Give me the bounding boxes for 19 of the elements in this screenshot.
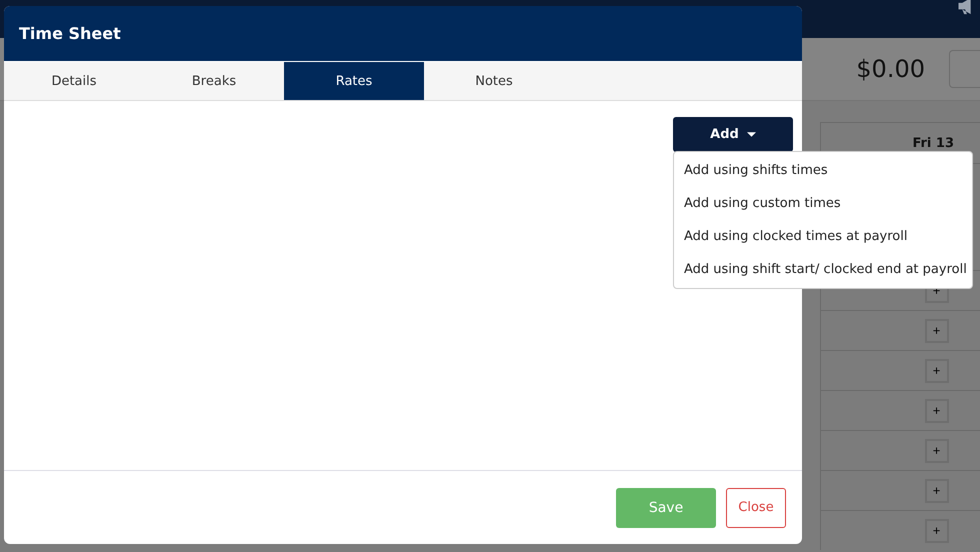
add-button[interactable]: + xyxy=(924,478,948,502)
add-button[interactable]: + xyxy=(924,318,948,342)
tab[interactable]: Notes xyxy=(424,62,564,100)
add-button[interactable]: + xyxy=(924,398,948,422)
tab[interactable]: Breaks xyxy=(144,62,284,100)
total-amount: $0.00 xyxy=(856,55,925,83)
add-button[interactable]: + xyxy=(924,438,948,462)
menu-item[interactable]: Add using shifts times xyxy=(674,154,972,187)
column-header: Fri 13 xyxy=(912,136,954,150)
close-button[interactable]: Close xyxy=(726,488,786,528)
dialog-title: Time Sheet xyxy=(19,24,121,43)
add-button[interactable]: + xyxy=(924,518,948,542)
add-button[interactable]: + xyxy=(924,358,948,382)
add-button[interactable]: Add xyxy=(673,117,793,152)
caret-icon xyxy=(746,132,756,138)
tab[interactable]: Rates xyxy=(284,62,424,100)
menu-item[interactable]: Add using custom times xyxy=(674,187,972,220)
tab[interactable]: Details xyxy=(4,62,144,100)
menu-item[interactable]: Add using clocked times at payroll xyxy=(674,220,972,253)
